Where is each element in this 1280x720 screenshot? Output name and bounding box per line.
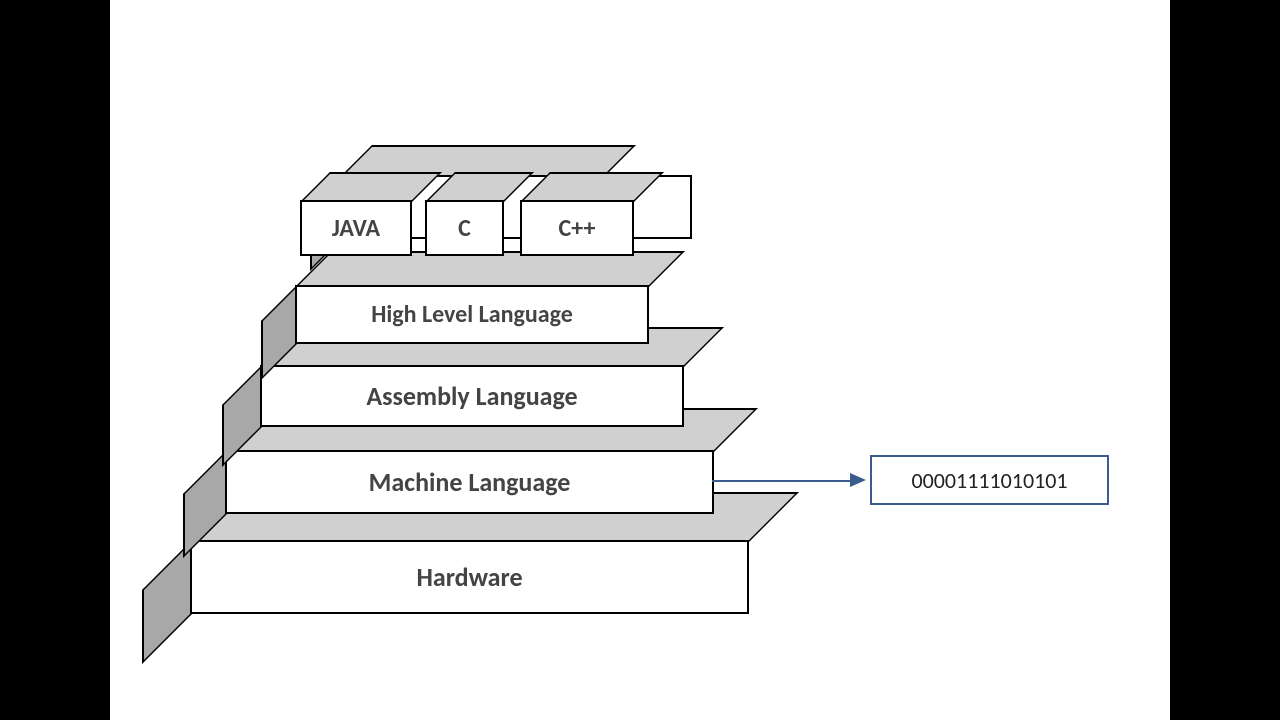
diagram-canvas: Hardware Machine Language Assembly Langu… [110,0,1170,720]
layer-hardware-label: Hardware [416,561,522,593]
top-block-cpp-label: C++ [559,214,596,243]
arrow-machine-to-binary [712,480,852,482]
callout-binary-text: 00001111010101 [911,467,1067,494]
layer-machine-label: Machine Language [369,466,571,498]
callout-binary-box: 00001111010101 [870,455,1109,505]
top-block-c-label: C [458,214,471,243]
layer-highlevel-label: High Level Language [371,300,573,329]
layer-assembly-label: Assembly Language [366,380,577,412]
arrow-head-icon [850,473,866,487]
top-block-java-label: JAVA [332,214,380,243]
